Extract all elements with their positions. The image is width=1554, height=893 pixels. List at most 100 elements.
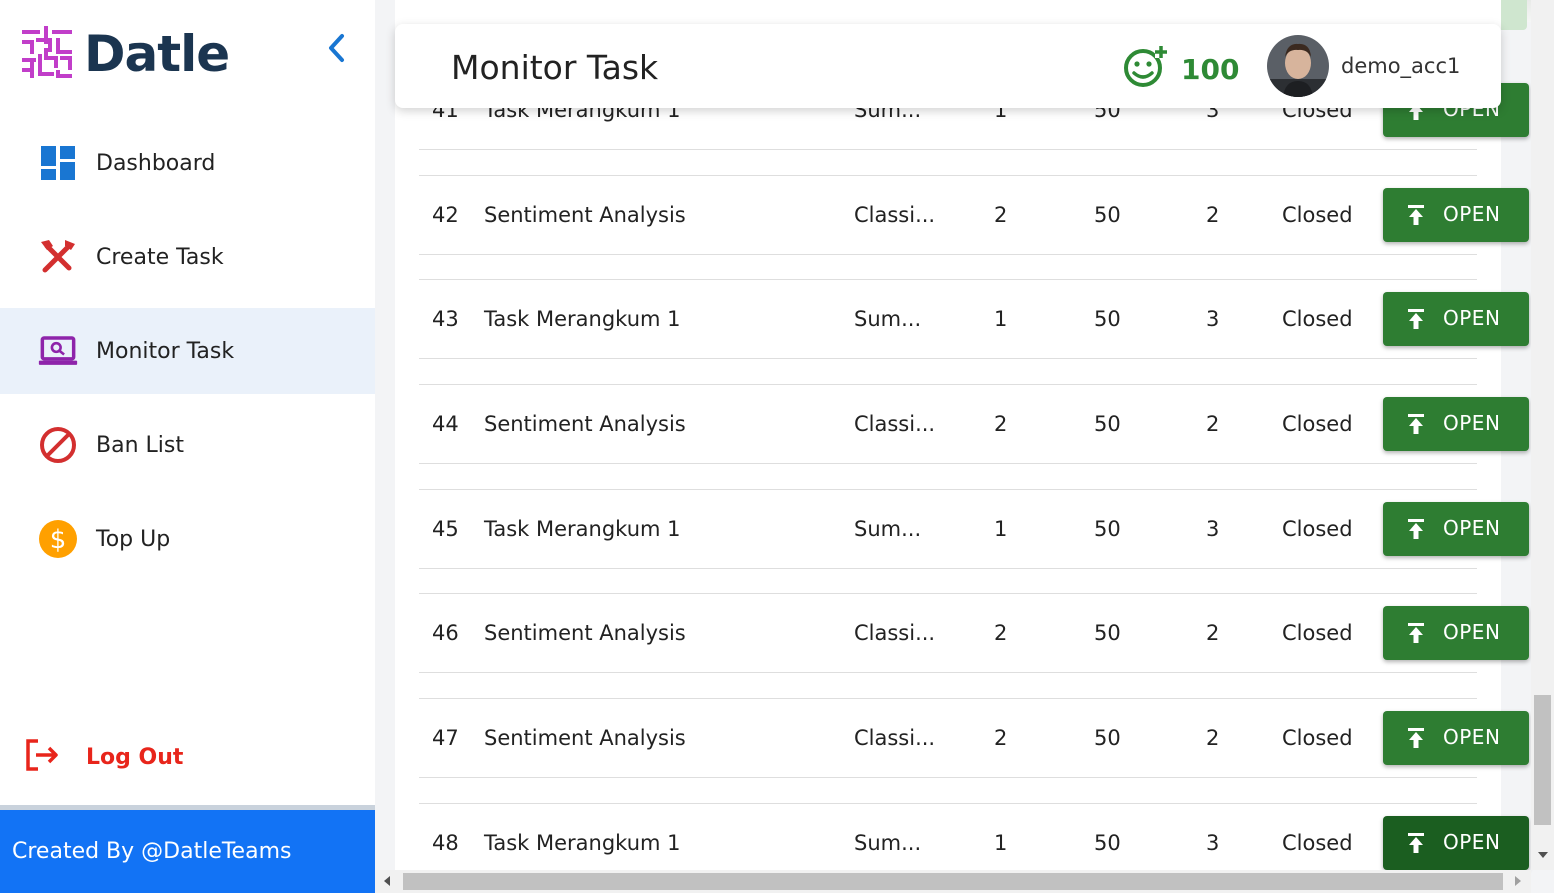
logout-button[interactable]: Log Out: [24, 738, 183, 777]
sidebar-item-monitor-task[interactable]: Monitor Task: [0, 308, 375, 394]
open-button-label: OPEN: [1443, 516, 1501, 540]
page-header: Monitor Task 100 demo_acc1: [395, 24, 1501, 108]
tools-icon: [38, 237, 78, 277]
task-col-a-cell: 2: [994, 412, 1008, 436]
row-divider: [419, 489, 1477, 490]
sidebar: Datle Dashboard Create Task Monitor Task…: [0, 0, 375, 893]
upload-arrow-icon: [1407, 623, 1425, 648]
task-type-cell: Sum...: [854, 307, 922, 331]
task-id-cell: 48: [432, 831, 459, 855]
logo-text: Datle: [84, 24, 230, 83]
task-col-b-cell: 50: [1094, 726, 1121, 750]
scroll-right-arrow-icon[interactable]: [1515, 876, 1521, 886]
upload-arrow-icon: [1407, 414, 1425, 439]
points-value: 100: [1181, 53, 1240, 86]
sidebar-item-dashboard[interactable]: Dashboard: [0, 120, 375, 206]
task-col-c-cell: 3: [1206, 517, 1220, 541]
task-status-cell: Closed: [1282, 307, 1353, 331]
task-col-a-cell: 1: [994, 307, 1008, 331]
task-status-cell: Closed: [1282, 517, 1353, 541]
laptop-search-icon: [38, 331, 78, 371]
task-type-cell: Classi...: [854, 726, 936, 750]
task-status-cell: Closed: [1282, 203, 1353, 227]
sidebar-collapse-button[interactable]: [322, 33, 352, 66]
open-button-label: OPEN: [1443, 411, 1501, 435]
open-button[interactable]: OPEN: [1383, 292, 1529, 346]
vertical-scrollbar[interactable]: [1531, 0, 1554, 870]
maze-logo-icon: [18, 22, 76, 85]
row-divider: [419, 803, 1477, 804]
row-divider: [419, 463, 1477, 464]
open-button[interactable]: OPEN: [1383, 397, 1529, 451]
task-name-cell: Task Merangkum 1: [484, 517, 681, 541]
open-button-label: OPEN: [1443, 830, 1501, 854]
row-divider: [419, 358, 1477, 359]
sidebar-item-create-task[interactable]: Create Task: [0, 214, 375, 300]
horizontal-scrollbar-thumb[interactable]: [403, 873, 1503, 890]
task-type-cell: Sum...: [854, 831, 922, 855]
task-id-cell: 43: [432, 307, 459, 331]
row-divider: [419, 568, 1477, 569]
upload-arrow-icon: [1407, 519, 1425, 544]
page-title: Monitor Task: [451, 48, 659, 87]
dashboard-grid-icon: [38, 143, 78, 183]
upload-arrow-icon: [1407, 833, 1425, 858]
scroll-down-arrow-icon[interactable]: [1538, 852, 1548, 858]
logo[interactable]: Datle: [18, 22, 230, 85]
sidebar-item-label: Top Up: [96, 526, 171, 552]
row-divider: [419, 254, 1477, 255]
sidebar-item-label: Create Task: [96, 244, 224, 270]
vertical-scrollbar-thumb[interactable]: [1534, 695, 1551, 825]
row-divider: [419, 149, 1477, 150]
username[interactable]: demo_acc1: [1341, 54, 1460, 78]
open-button[interactable]: OPEN: [1383, 188, 1529, 242]
dollar-coin-icon: $: [38, 519, 78, 559]
sidebar-footer: Created By @DatleTeams: [0, 810, 375, 893]
row-divider: [419, 777, 1477, 778]
task-type-cell: Classi...: [854, 621, 936, 645]
task-col-b-cell: 50: [1094, 831, 1121, 855]
task-status-cell: Closed: [1282, 412, 1353, 436]
task-col-a-cell: 1: [994, 517, 1008, 541]
sidebar-item-label: Monitor Task: [96, 338, 235, 364]
app-root: Datle Dashboard Create Task Monitor Task…: [0, 0, 1554, 893]
task-col-a-cell: 2: [994, 621, 1008, 645]
logout-label: Log Out: [86, 745, 184, 770]
avatar[interactable]: [1267, 35, 1329, 97]
open-button-label: OPEN: [1443, 202, 1501, 226]
task-status-cell: Closed: [1282, 621, 1353, 645]
task-type-cell: Sum...: [854, 517, 922, 541]
task-name-cell: Sentiment Analysis: [484, 203, 686, 227]
table-row: 45 Task Merangkum 1 Sum... 1 50 3 Closed OPEN: [419, 489, 1529, 594]
open-button-label: OPEN: [1443, 725, 1501, 749]
smiley-plus-icon: [1123, 44, 1169, 95]
open-button-label: OPEN: [1443, 306, 1501, 330]
task-col-c-cell: 2: [1206, 203, 1220, 227]
sidebar-item-label: Dashboard: [96, 150, 216, 176]
task-name-cell: Sentiment Analysis: [484, 412, 686, 436]
task-name-cell: Task Merangkum 1: [484, 831, 681, 855]
open-button-label: OPEN: [1443, 620, 1501, 644]
task-col-a-cell: 2: [994, 203, 1008, 227]
row-divider: [419, 384, 1477, 385]
sidebar-item-label: Ban List: [96, 432, 184, 458]
task-id-cell: 46: [432, 621, 459, 645]
horizontal-scrollbar[interactable]: [375, 870, 1531, 893]
task-col-b-cell: 50: [1094, 203, 1121, 227]
row-divider: [419, 698, 1477, 699]
table-row: 47 Sentiment Analysis Classi... 2 50 2 Closed O…: [419, 698, 1529, 803]
sidebar-item-ban-list[interactable]: Ban List: [0, 402, 375, 488]
row-divider: [419, 672, 1477, 673]
upload-arrow-icon: [1407, 205, 1425, 230]
open-button[interactable]: OPEN: [1383, 816, 1529, 870]
points-display: 100: [1123, 44, 1239, 95]
sidebar-item-top-up[interactable]: $ Top Up: [0, 496, 375, 582]
scroll-left-arrow-icon[interactable]: [384, 876, 390, 886]
main-content: 41 Task Merangkum 1 Sum... 1 50 3 Closed OPEN 42…: [375, 0, 1554, 893]
task-status-cell: Closed: [1282, 831, 1353, 855]
task-name-cell: Sentiment Analysis: [484, 726, 686, 750]
open-button[interactable]: OPEN: [1383, 502, 1529, 556]
open-button[interactable]: OPEN: [1383, 606, 1529, 660]
open-button[interactable]: OPEN: [1383, 711, 1529, 765]
upload-arrow-icon: [1407, 728, 1425, 753]
